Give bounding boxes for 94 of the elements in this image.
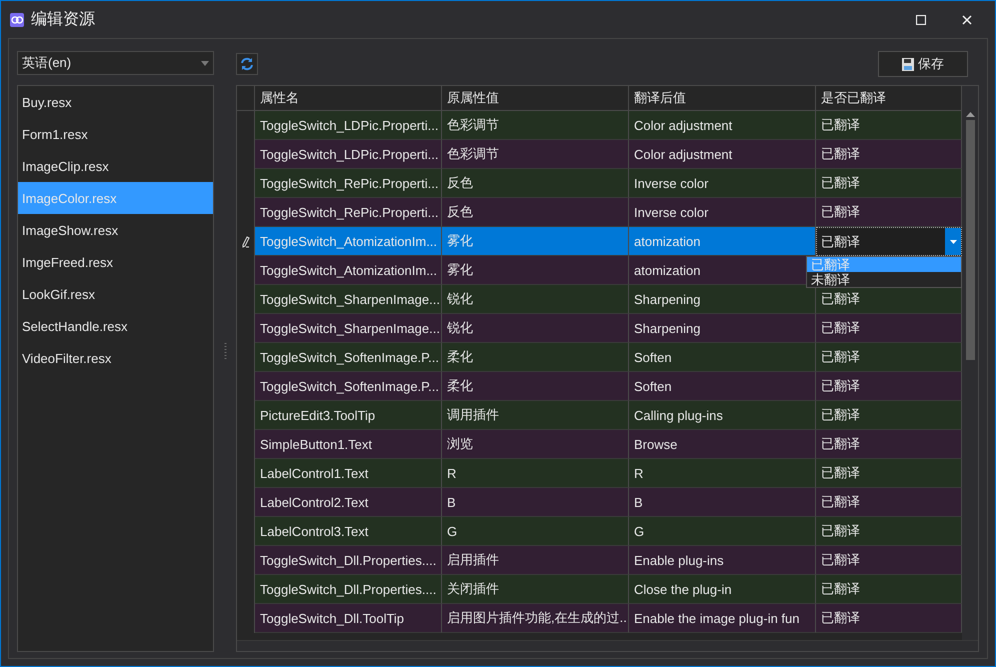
table-cell: ToggleSwitch_Dll.Properties.... <box>255 546 442 575</box>
splitter-grip-icon[interactable] <box>224 342 226 360</box>
scrollbar-thumb[interactable] <box>966 120 974 360</box>
file-item[interactable]: SelectHandle.resx <box>18 310 213 342</box>
table-cell: LabelControl1.Text <box>255 459 442 488</box>
table-cell: 浏览 <box>442 430 629 459</box>
refresh-icon <box>239 56 255 72</box>
table-cell: Soften <box>629 372 816 401</box>
table-cell: 雾化 <box>442 227 629 256</box>
table-cell: 已翻译 <box>816 546 962 575</box>
table-cell: ToggleSwitch_LDPic.Properti... <box>255 140 442 169</box>
table-cell: LabelControl3.Text <box>255 517 442 546</box>
table-cell: 雾化 <box>442 256 629 285</box>
table-cell: ToggleSwitch_Dll.ToolTip <box>255 604 442 633</box>
table-cell: Color adjustment <box>629 111 816 140</box>
table-cell: Calling plug-ins <box>629 401 816 430</box>
table-cell: 反色 <box>442 169 629 198</box>
table-cell: B <box>442 488 629 517</box>
table-cell: R <box>629 459 816 488</box>
table-cell: 反色 <box>442 198 629 227</box>
table-cell: G <box>629 517 816 546</box>
table-cell: 已翻译 <box>816 459 962 488</box>
pencil-icon <box>242 236 250 248</box>
table-cell: 色彩调节 <box>442 111 629 140</box>
table-cell: ToggleSwitch_SharpenImage... <box>255 314 442 343</box>
table-cell: 启用插件 <box>442 546 629 575</box>
table-cell: Soften <box>629 343 816 372</box>
table-cell: ToggleSwitch_LDPic.Properti... <box>255 111 442 140</box>
table-cell: ToggleSwitch_AtomizationIm... <box>255 256 442 285</box>
caret-icon <box>201 60 209 66</box>
table-cell: 已翻译 <box>816 140 962 169</box>
table-cell: 启用图片插件功能,在生成的过... <box>442 604 629 633</box>
table-cell: Enable the image plug-in fun <box>629 604 816 633</box>
close-icon <box>962 14 972 24</box>
table-cell: ToggleSwitch_SoftenImage.P... <box>255 372 442 401</box>
table-cell: Inverse color <box>629 169 816 198</box>
table-cell: Close the plug-in <box>629 575 816 604</box>
table-cell: ToggleSwitch_RePic.Properti... <box>255 169 442 198</box>
table-cell: ToggleSwitch_AtomizationIm... <box>255 227 442 256</box>
table-cell: SimpleButton1.Text <box>255 430 442 459</box>
table-cell: 色彩调节 <box>442 140 629 169</box>
table-cell: Sharpening <box>629 285 816 314</box>
table-cell: ToggleSwitch_SharpenImage... <box>255 285 442 314</box>
save-button[interactable]: 保存 <box>878 51 968 77</box>
table-cell: Enable plug-ins <box>629 546 816 575</box>
table-cell: ToggleSwitch_Dll.Properties.... <box>255 575 442 604</box>
caret-icon <box>950 240 956 244</box>
table-cell: PictureEdit3.ToolTip <box>255 401 442 430</box>
table-cell: 已翻译 <box>816 575 962 604</box>
table-cell: 柔化 <box>442 343 629 372</box>
table-cell: 已翻译 <box>816 285 962 314</box>
file-item[interactable]: ImageClip.resx <box>18 150 213 182</box>
table-cell: LabelControl2.Text <box>255 488 442 517</box>
file-item[interactable]: VideoFilter.resx <box>18 342 213 374</box>
table-cell: ToggleSwitch_RePic.Properti... <box>255 198 442 227</box>
horizontal-scrollbar[interactable] <box>237 640 978 651</box>
table-cell: 已翻译 <box>816 372 962 401</box>
language-select[interactable]: 英语(en) <box>17 51 214 75</box>
table-cell: atomization <box>629 227 816 256</box>
table-cell: 已翻译 <box>816 401 962 430</box>
table-cell: 已翻译 <box>816 198 962 227</box>
status-editor[interactable]: 已翻译 <box>816 227 962 256</box>
table-cell: Browse <box>629 430 816 459</box>
table-cell: 已翻译 <box>816 604 962 633</box>
table-cell: 调用插件 <box>442 401 629 430</box>
table-cell: G <box>442 517 629 546</box>
table-cell: R <box>442 459 629 488</box>
file-item[interactable]: LookGif.resx <box>18 278 213 310</box>
table-cell: ToggleSwitch_SoftenImage.P... <box>255 343 442 372</box>
refresh-button[interactable] <box>236 53 258 75</box>
table-cell: 已翻译 <box>816 314 962 343</box>
table-cell: Inverse color <box>629 198 816 227</box>
window-title: 编辑资源 <box>31 10 96 30</box>
file-item[interactable]: ImageShow.resx <box>18 214 213 246</box>
file-item[interactable]: ImgeFreed.resx <box>18 246 213 278</box>
maximize-icon <box>916 14 926 24</box>
table-cell: 锐化 <box>442 314 629 343</box>
table-cell: 已翻译 <box>816 488 962 517</box>
file-item[interactable]: Buy.resx <box>18 86 213 118</box>
table-cell: 已翻译 <box>816 430 962 459</box>
table-cell: Sharpening <box>629 314 816 343</box>
dropdown-button[interactable] <box>945 228 961 255</box>
table-cell: 关闭插件 <box>442 575 629 604</box>
table-cell: B <box>629 488 816 517</box>
table-cell: 柔化 <box>442 372 629 401</box>
table-cell: 已翻译 <box>816 517 962 546</box>
table-cell: 已翻译 <box>816 343 962 372</box>
scroll-up-icon[interactable] <box>966 112 974 117</box>
table-cell: Color adjustment <box>629 140 816 169</box>
app-icon <box>9 12 25 28</box>
table-cell: 已翻译 <box>816 111 962 140</box>
table-cell: 锐化 <box>442 285 629 314</box>
table-cell: 已翻译 <box>816 169 962 198</box>
file-item[interactable]: Form1.resx <box>18 118 213 150</box>
